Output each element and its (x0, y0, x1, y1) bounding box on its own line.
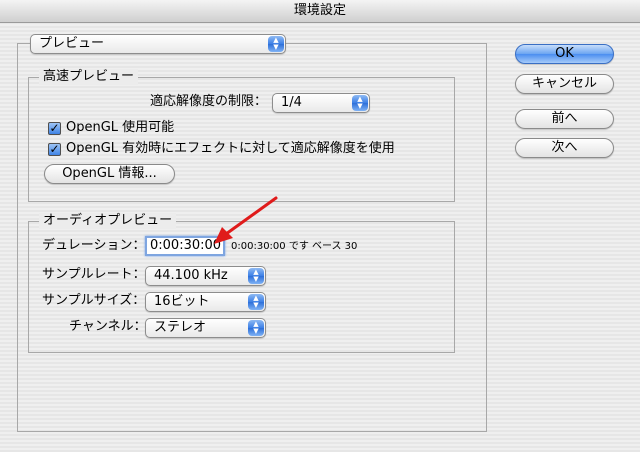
checkmark-icon: ✓ (49, 142, 60, 156)
red-arrow-icon (214, 196, 278, 244)
popup-arrows-icon: ▲ ▼ (248, 268, 264, 284)
opengl-enabled-checkbox[interactable]: ✓ (48, 122, 61, 135)
cancel-button[interactable]: キャンセル (515, 74, 614, 94)
opengl-enabled-label: OpenGL 使用可能 (66, 120, 175, 135)
opengl-effects-label: OpenGL 有効時にエフェクトに対して適応解像度を使用 (66, 141, 395, 156)
window-title: 環境設定 (0, 0, 640, 23)
opengl-effects-checkbox[interactable]: ✓ (48, 143, 61, 156)
sample-size-popup[interactable]: 16ビット ▲ ▼ (145, 292, 266, 312)
popup-arrows-icon: ▲ ▼ (248, 294, 264, 310)
opengl-info-button[interactable]: OpenGL 情報... (44, 164, 175, 184)
next-button[interactable]: 次へ (515, 138, 614, 158)
channel-label: チャンネル： (69, 319, 147, 334)
popup-arrows-icon: ▲ ▼ (268, 36, 284, 52)
resolution-limit-popup[interactable]: 1/4 ▲ ▼ (272, 93, 370, 113)
audio-preview-title: オーディオプレビュー (39, 213, 177, 229)
checkmark-icon: ✓ (49, 121, 60, 135)
sample-rate-value: 44.100 kHz (154, 268, 228, 283)
section-popup[interactable]: プレビュー ▲ ▼ (30, 34, 286, 54)
sample-size-label: サンプルサイズ： (42, 293, 146, 308)
channel-value: ステレオ (154, 320, 207, 335)
sample-size-value: 16ビット (154, 294, 210, 309)
resolution-limit-label: 適応解像度の制限： (150, 94, 268, 109)
ok-button[interactable]: OK (515, 44, 614, 64)
popup-arrows-icon: ▲ ▼ (248, 320, 264, 336)
popup-arrows-icon: ▲ ▼ (352, 95, 368, 111)
sample-rate-popup[interactable]: 44.100 kHz ▲ ▼ (145, 266, 266, 286)
channel-popup[interactable]: ステレオ ▲ ▼ (145, 318, 266, 338)
section-popup-value: プレビュー (39, 36, 105, 51)
resolution-limit-value: 1/4 (281, 95, 302, 110)
high-speed-preview-title: 高速プレビュー (39, 69, 139, 85)
duration-label: デュレーション： (42, 238, 146, 253)
previous-button[interactable]: 前へ (515, 109, 614, 129)
sample-rate-label: サンプルレート： (42, 267, 146, 282)
